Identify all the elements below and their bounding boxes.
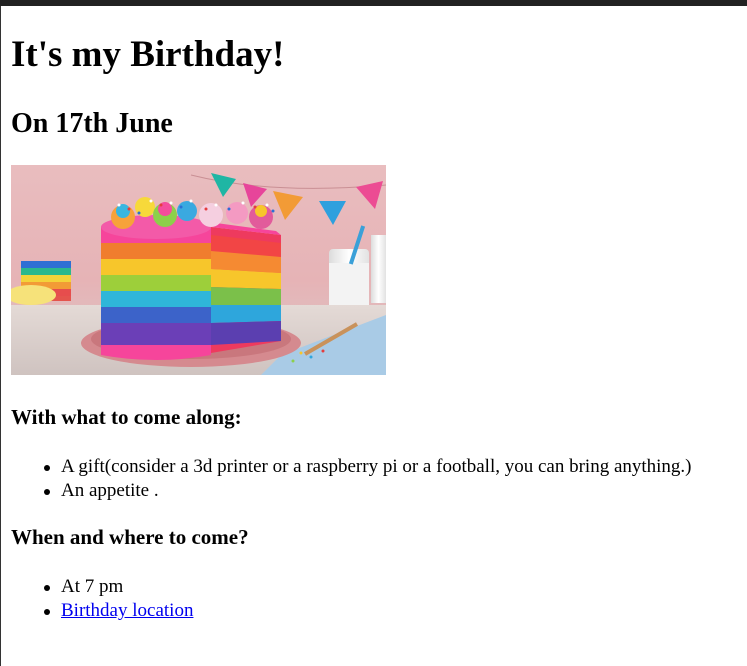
page-title: It's my Birthday! xyxy=(11,34,285,75)
birthday-location-link[interactable]: Birthday location xyxy=(61,600,193,621)
cake-image xyxy=(11,165,386,375)
when-list: At 7 pm Birthday location xyxy=(11,575,193,623)
list-item: An appetite . xyxy=(11,479,692,503)
browser-top-bar xyxy=(0,0,747,6)
section-heading-when: When and where to come? xyxy=(11,525,249,549)
page-subtitle: On 17th June xyxy=(11,108,173,139)
section-heading-bring: With what to come along: xyxy=(11,405,242,429)
list-item-location: Birthday location xyxy=(11,599,193,623)
window-left-edge xyxy=(0,6,1,666)
list-item-time: At 7 pm xyxy=(11,575,193,599)
list-item: A gift(consider a 3d printer or a raspbe… xyxy=(11,455,692,479)
bring-list: A gift(consider a 3d printer or a raspbe… xyxy=(11,455,692,503)
